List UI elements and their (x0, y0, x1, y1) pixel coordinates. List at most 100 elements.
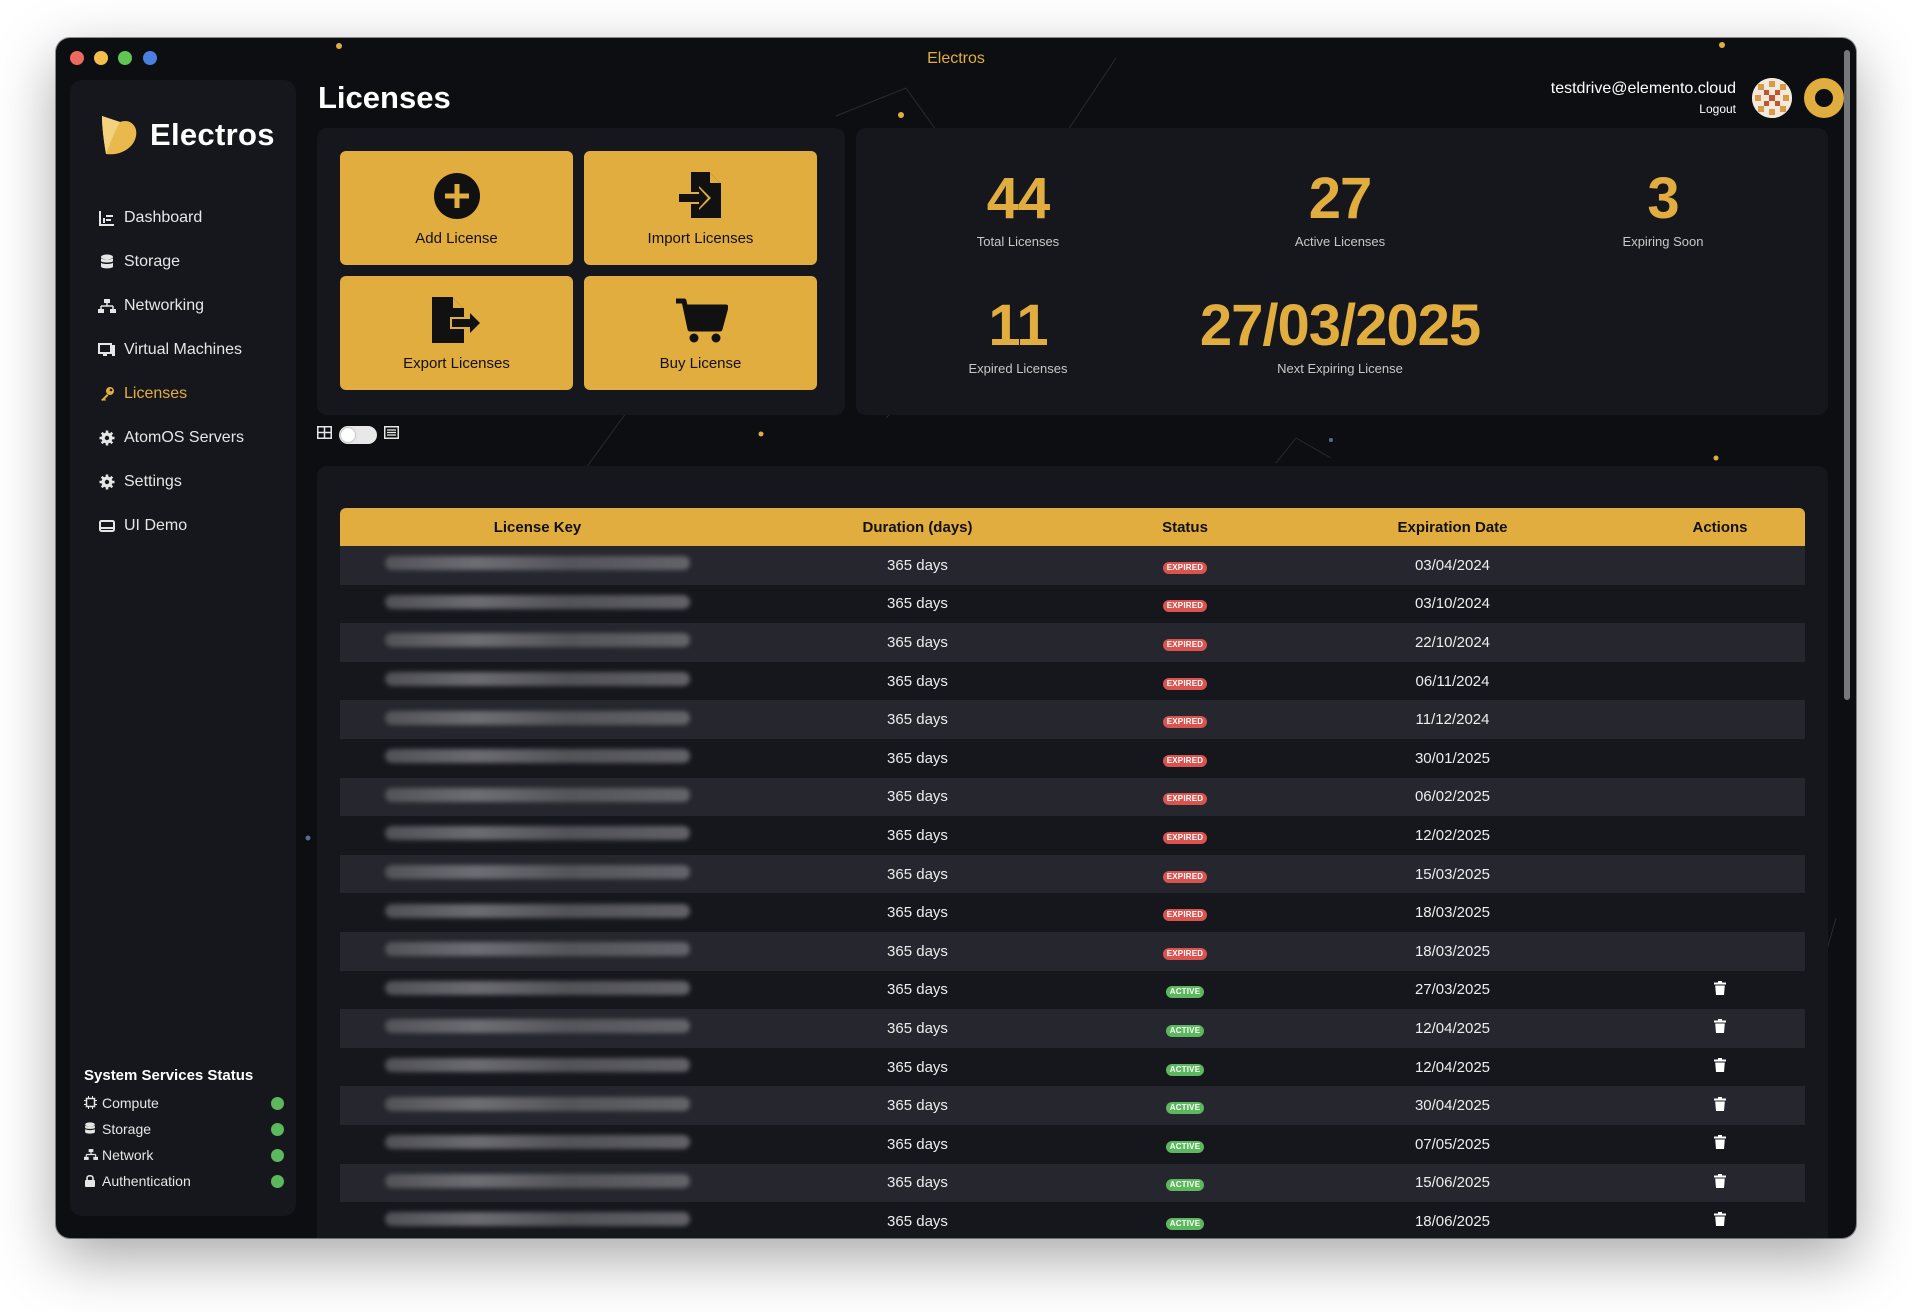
delete-license-icon[interactable] (1714, 1135, 1726, 1153)
license-key-redacted (385, 1058, 690, 1073)
sidebar-item-licenses[interactable]: Licenses (98, 372, 244, 416)
stat-label: Expired Licenses (968, 361, 1068, 376)
sidebar-item-label: Dashboard (124, 209, 203, 226)
duration-cell: 365 days (887, 1174, 948, 1192)
service-label: Storage (102, 1121, 152, 1137)
expiration-date-cell: 11/12/2024 (1415, 711, 1490, 729)
status-cell: EXPIRED (1100, 700, 1270, 739)
table-row[interactable]: 365 days EXPIRED 06/11/2024 (340, 661, 1805, 701)
expiration-date-cell: 30/01/2025 (1414, 749, 1491, 767)
sidebar-item-settings[interactable]: Settings (98, 460, 244, 504)
expiration-date-cell: 18/03/2025 (1414, 904, 1491, 922)
license-key-redacted (385, 942, 690, 957)
status-badge: ACTIVE (1165, 1024, 1205, 1037)
licenses-table-panel: License Key Duration (days) Status Expir… (317, 466, 1828, 1238)
switch-knob (341, 428, 355, 442)
delete-license-icon[interactable] (1714, 1173, 1726, 1192)
add-license-button[interactable]: Add License (340, 151, 573, 265)
delete-license-icon[interactable] (1714, 980, 1726, 999)
expiration-date-cell: 06/02/2025 (1414, 788, 1491, 806)
import-licenses-button[interactable]: Import Licenses (584, 151, 817, 265)
brand-logo[interactable]: Electros (98, 112, 275, 158)
status-cell: ACTIVE (1100, 971, 1270, 1010)
sidebar-item-networking[interactable]: Networking (98, 284, 244, 328)
status-cell: EXPIRED (1100, 932, 1270, 971)
list-view-icon[interactable] (384, 426, 399, 444)
stat-label: Total Licenses (976, 234, 1060, 249)
stat-value: 27/03/2025 (1199, 293, 1481, 358)
delete-license-icon[interactable] (1714, 1212, 1726, 1230)
table-row[interactable]: 365 days EXPIRED 03/04/2024 (340, 546, 1805, 585)
sidebar-item-storage[interactable]: Storage (98, 240, 244, 284)
sidebar-item-ui-demo[interactable]: UI Demo (98, 504, 244, 548)
table-row[interactable]: 365 days EXPIRED 18/03/2025 (340, 893, 1805, 932)
theme-toggle-button[interactable] (1804, 78, 1844, 118)
status-cell: EXPIRED (1100, 662, 1270, 701)
lock-icon (84, 1174, 98, 1188)
table-row[interactable]: 365 days ACTIVE 30/04/2025 (340, 1086, 1805, 1125)
delete-license-icon[interactable] (1714, 1058, 1726, 1076)
column-header-status[interactable]: Status (1100, 508, 1270, 546)
table-row[interactable]: 365 days EXPIRED 30/01/2025 (340, 738, 1805, 778)
duration-cell: 365 days (887, 633, 948, 651)
column-header-duration[interactable]: Duration (days) (735, 508, 1100, 546)
delete-license-icon[interactable] (1714, 1096, 1726, 1115)
table-row[interactable]: 365 days EXPIRED 06/02/2025 (340, 777, 1805, 817)
duration-cell: 365 days (887, 556, 948, 574)
status-dot-ok (271, 1148, 284, 1162)
table-row[interactable]: 365 days ACTIVE 12/04/2025 (340, 1009, 1805, 1048)
license-key-cell (340, 662, 735, 701)
logout-link[interactable]: Logout (1551, 102, 1736, 116)
license-key-cell (340, 623, 735, 662)
sidebar-item-atomos-servers[interactable]: AtomOS Servers (98, 416, 244, 460)
sidebar-item-label: Storage (124, 253, 181, 270)
table-row[interactable]: 365 days ACTIVE 15/06/2025 (340, 1163, 1805, 1203)
expiration-date-cell: 30/04/2025 (1414, 1097, 1491, 1115)
expiration-date-cell: 22/10/2024 (1414, 633, 1491, 651)
expiration-date-cell: 12/02/2025 (1414, 826, 1491, 844)
grid-view-icon[interactable] (317, 426, 332, 444)
expiration-date-cell: 12/04/2025 (1414, 1058, 1491, 1076)
duration-cell: 365 days (887, 788, 948, 806)
table-row[interactable]: 365 days EXPIRED 03/10/2024 (340, 584, 1805, 624)
duration-cell: 365 days (887, 711, 948, 729)
status-dot-ok (271, 1122, 284, 1136)
scrollbar[interactable] (1844, 50, 1850, 700)
buy-license-button[interactable]: Buy License (584, 276, 817, 390)
delete-license-icon[interactable] (1714, 1019, 1726, 1037)
column-header-actions: Actions (1692, 518, 1748, 536)
actions-cell (1635, 1202, 1805, 1238)
table-row[interactable]: 365 days EXPIRED 12/02/2025 (340, 816, 1805, 855)
status-cell: EXPIRED (1100, 546, 1270, 585)
sidebar-item-dashboard[interactable]: Dashboard (98, 196, 244, 240)
status-cell: ACTIVE (1100, 1086, 1270, 1125)
view-mode-switch[interactable] (339, 426, 377, 444)
license-key-cell (340, 1048, 735, 1087)
duration-cell: 365 days (887, 904, 948, 922)
expiration-date-cell: 07/05/2025 (1414, 1135, 1491, 1153)
export-licenses-button[interactable]: Export Licenses (340, 276, 573, 390)
table-row[interactable]: 365 days EXPIRED 18/03/2025 (340, 931, 1805, 971)
sidebar-item-virtual-machines[interactable]: Virtual Machines (98, 328, 244, 372)
table-row[interactable]: 365 days ACTIVE 12/04/2025 (340, 1047, 1805, 1087)
expiration-date-cell: 18/06/2025 (1414, 1212, 1491, 1230)
column-header-expiration-date[interactable]: Expiration Date (1270, 508, 1635, 546)
actions-cell (1635, 855, 1805, 894)
table-row[interactable]: 365 days EXPIRED 15/03/2025 (340, 854, 1805, 894)
status-dot-ok (271, 1096, 284, 1110)
table-row[interactable]: 365 days ACTIVE 18/06/2025 (340, 1202, 1805, 1238)
table-row[interactable]: 365 days EXPIRED 22/10/2024 (340, 623, 1805, 662)
sidebar: Electros Dashboard Storage Networking Vi… (70, 80, 296, 1216)
service-row-compute: Compute (84, 1090, 284, 1116)
avatar[interactable] (1752, 78, 1792, 118)
status-badge: ACTIVE (1165, 1217, 1205, 1230)
gear-icon (98, 473, 116, 491)
license-key-redacted (385, 903, 690, 918)
status-cell: ACTIVE (1100, 1125, 1270, 1164)
table-row[interactable]: 365 days ACTIVE 07/05/2025 (340, 1124, 1805, 1164)
column-header-license-key[interactable]: License Key (340, 508, 735, 546)
table-row[interactable]: 365 days ACTIVE 27/03/2025 (340, 970, 1805, 1010)
export-licenses-label: Export Licenses (403, 355, 510, 372)
table-row[interactable]: 365 days EXPIRED 11/12/2024 (340, 700, 1805, 739)
view-toggle (317, 426, 399, 444)
